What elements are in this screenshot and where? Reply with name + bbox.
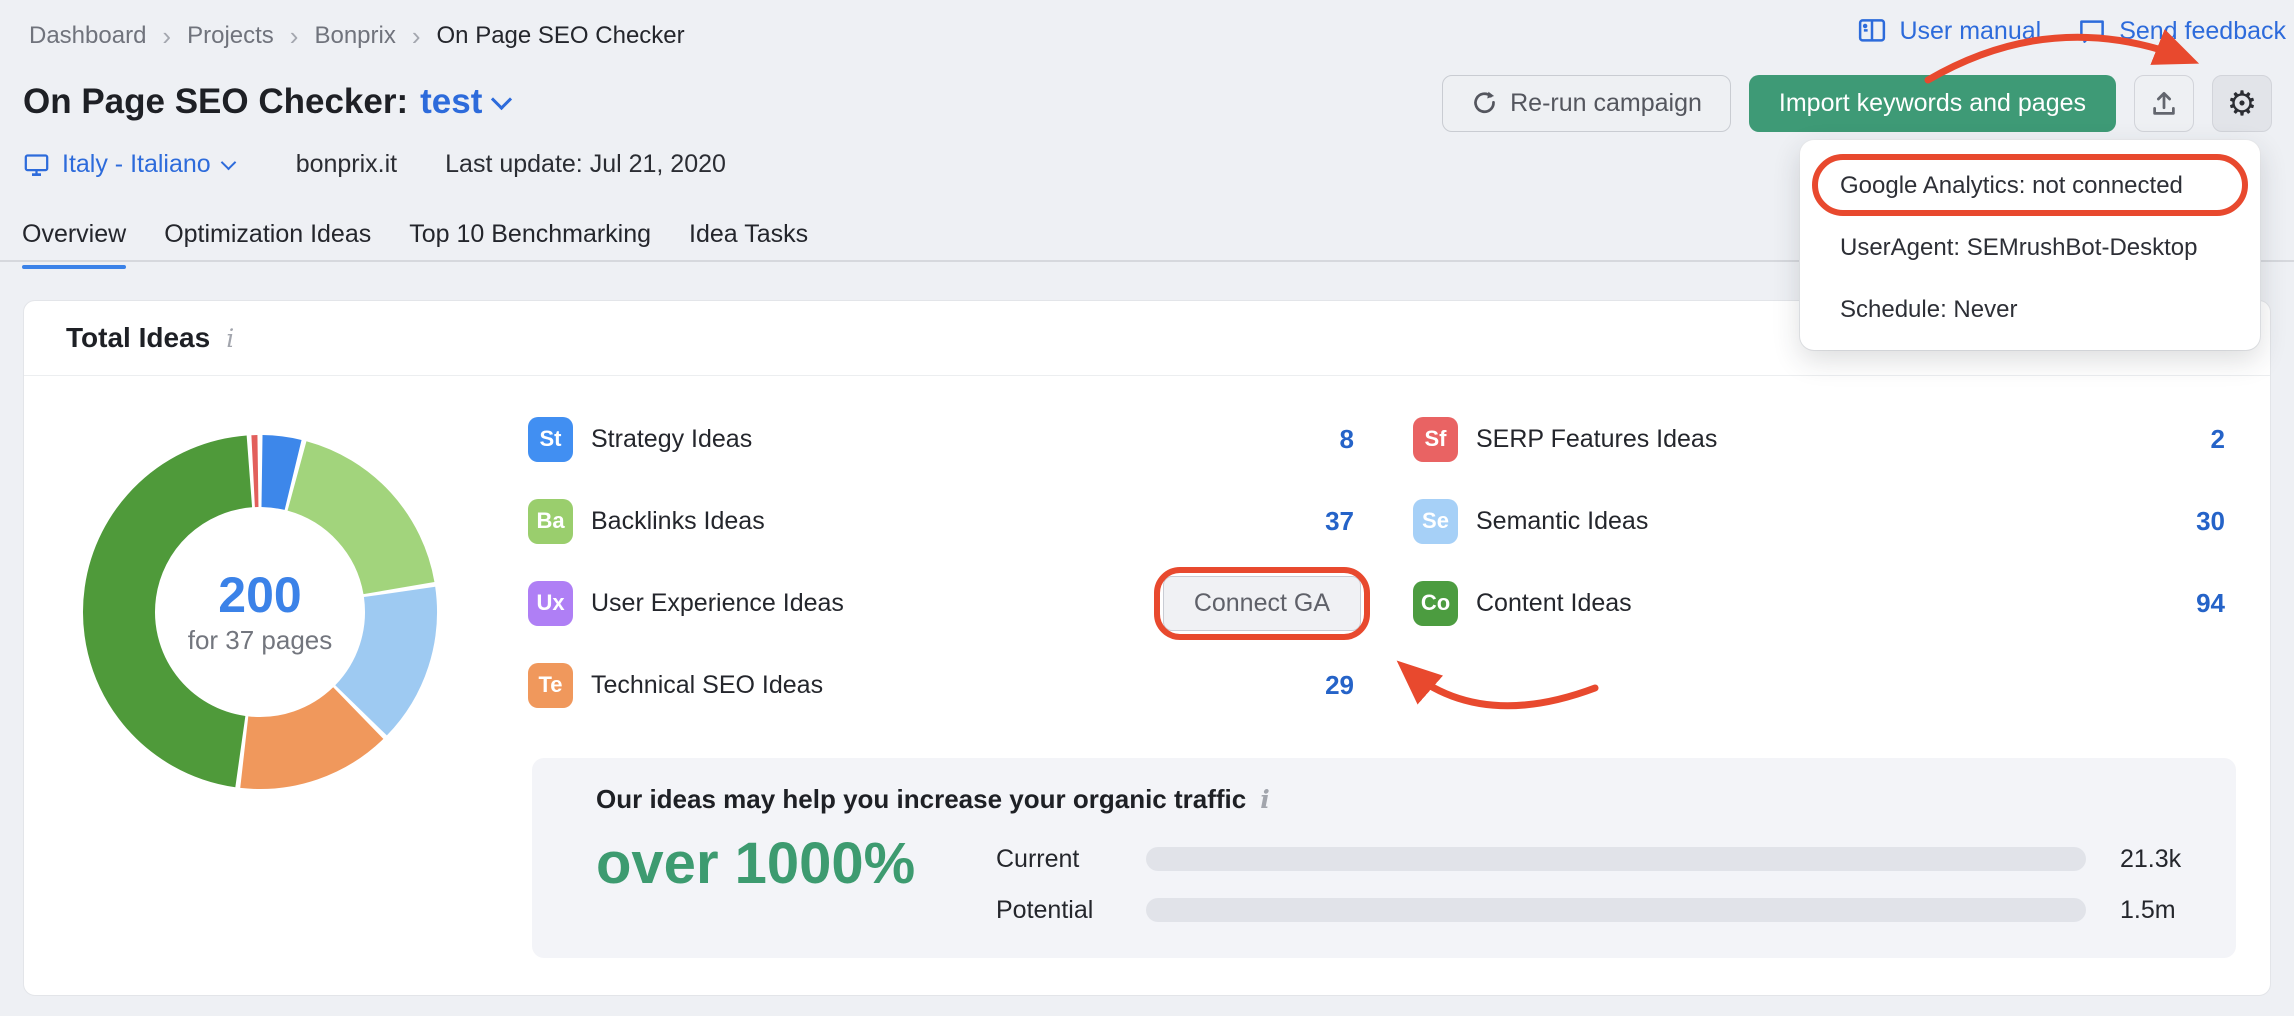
current-traffic-bar [1146,847,2086,871]
serp-features-badge: Sf [1413,417,1458,462]
send-feedback-link[interactable]: Send feedback [2077,16,2286,46]
user-experience-badge: Ux [528,581,573,626]
idea-label: Backlinks Ideas [591,507,765,536]
idea-label: Semantic Ideas [1476,507,1648,536]
idea-row-backlinks: Ba Backlinks Ideas 37 [528,480,1354,562]
user-manual-link[interactable]: User manual [1857,16,2041,46]
traffic-highlight: over 1000% [596,830,915,897]
gear-icon: ⚙ [2227,84,2257,124]
idea-value[interactable]: 29 [1325,670,1354,701]
feedback-bubble-icon [2077,16,2107,46]
traffic-row-label: Potential [996,896,1146,925]
backlinks-badge: Ba [528,499,573,544]
import-keywords-button[interactable]: Import keywords and pages [1749,75,2116,132]
import-keywords-label: Import keywords and pages [1779,89,2086,118]
monitor-icon [23,151,50,178]
menu-item-schedule[interactable]: Schedule: Never [1840,296,2017,324]
idea-value[interactable]: 37 [1325,506,1354,537]
traffic-row-value: 1.5m [2120,896,2176,925]
idea-value[interactable]: 30 [2196,506,2225,537]
total-ideas-card: Total Ideas i 200 for 37 pages St Strate… [23,300,2271,996]
upload-icon [2149,89,2179,119]
header-links: User manual Send feedback [1857,16,2286,46]
card-title: Total Ideas [66,322,210,354]
breadcrumb-current: On Page SEO Checker [437,22,685,50]
menu-item-user-agent[interactable]: UserAgent: SEMrushBot-Desktop [1840,234,2197,262]
breadcrumb-separator-icon: › [412,24,421,48]
book-icon [1857,16,1887,46]
idea-row-strategy: St Strategy Ideas 8 [528,398,1354,480]
total-ideas-donut-chart: 200 for 37 pages [80,432,440,792]
tab-idea-tasks[interactable]: Idea Tasks [689,220,808,269]
idea-row-content: Co Content Ideas 94 [1413,562,2225,644]
location-selector[interactable]: Italy - Italiano [23,150,234,179]
traffic-row-potential: Potential 1.5m [996,895,2176,925]
breadcrumb-bonprix[interactable]: Bonprix [314,22,395,50]
idea-label: Content Ideas [1476,589,1632,618]
chevron-down-icon[interactable] [491,88,512,109]
chevron-down-icon [220,155,236,171]
breadcrumb: Dashboard › Projects › Bonprix › On Page… [29,22,685,50]
breadcrumb-dashboard[interactable]: Dashboard [29,22,146,50]
rerun-campaign-label: Re-run campaign [1510,89,1702,118]
content-badge: Co [1413,581,1458,626]
breadcrumb-separator-icon: › [290,24,299,48]
idea-row-semantic: Se Semantic Ideas 30 [1413,480,2225,562]
user-manual-label: User manual [1899,17,2041,46]
campaign-subheader: Italy - Italiano bonprix.it Last update:… [23,150,726,179]
last-update-text: Last update: Jul 21, 2020 [445,150,726,179]
traffic-row-value: 21.3k [2120,845,2181,874]
settings-dropdown-menu: Google Analytics: not connected UserAgen… [1800,140,2260,350]
connect-ga-annotated: Connect GA [1154,567,1370,640]
breadcrumb-separator-icon: › [162,24,171,48]
idea-label: Technical SEO Ideas [591,671,823,700]
idea-value[interactable]: 8 [1340,424,1354,455]
campaign-domain: bonprix.it [296,150,397,179]
tab-overview[interactable]: Overview [22,220,126,269]
idea-label: Strategy Ideas [591,425,752,454]
location-label: Italy - Italiano [62,150,211,179]
export-button[interactable] [2134,75,2194,132]
idea-row-technical-seo: Te Technical SEO Ideas 29 [528,644,1354,726]
semantic-badge: Se [1413,499,1458,544]
rerun-campaign-button[interactable]: Re-run campaign [1442,75,1731,132]
idea-value[interactable]: 2 [2211,424,2225,455]
refresh-icon [1471,90,1498,117]
idea-value[interactable]: 94 [2196,588,2225,619]
info-icon[interactable]: i [226,324,234,353]
menu-item-google-analytics[interactable]: Google Analytics: not connected [1840,172,2183,200]
traffic-panel-title: Our ideas may help you increase your org… [596,784,1270,815]
tab-top10-benchmarking[interactable]: Top 10 Benchmarking [409,220,651,269]
strategy-badge: St [528,417,573,462]
idea-label: User Experience Ideas [591,589,844,618]
info-icon[interactable]: i [1260,785,1270,814]
settings-gear-button[interactable]: ⚙ [2212,75,2272,132]
traffic-row-label: Current [996,845,1146,874]
on-page-seo-checker-page: Dashboard › Projects › Bonprix › On Page… [0,0,2294,1016]
campaign-name[interactable]: test [420,82,482,122]
connect-ga-button[interactable]: Connect GA [1163,576,1361,631]
page-title-text: On Page SEO Checker: [23,82,408,122]
technical-seo-badge: Te [528,663,573,708]
page-title: On Page SEO Checker: test [23,82,509,122]
toolbar: Re-run campaign Import keywords and page… [1442,75,2272,132]
idea-row-serp-features: Sf SERP Features Ideas 2 [1413,398,2225,480]
tab-bar: Overview Optimization Ideas Top 10 Bench… [22,220,808,269]
send-feedback-label: Send feedback [2119,17,2286,46]
organic-traffic-panel: Our ideas may help you increase your org… [532,758,2236,958]
breadcrumb-projects[interactable]: Projects [187,22,274,50]
donut-chart-svg [80,432,440,792]
traffic-title-text: Our ideas may help you increase your org… [596,784,1246,815]
idea-row-user-experience: Ux User Experience Ideas Connect GA [528,562,1354,644]
potential-traffic-bar [1146,898,2086,922]
traffic-row-current: Current 21.3k [996,844,2181,874]
tab-optimization-ideas[interactable]: Optimization Ideas [164,220,371,269]
idea-label: SERP Features Ideas [1476,425,1717,454]
